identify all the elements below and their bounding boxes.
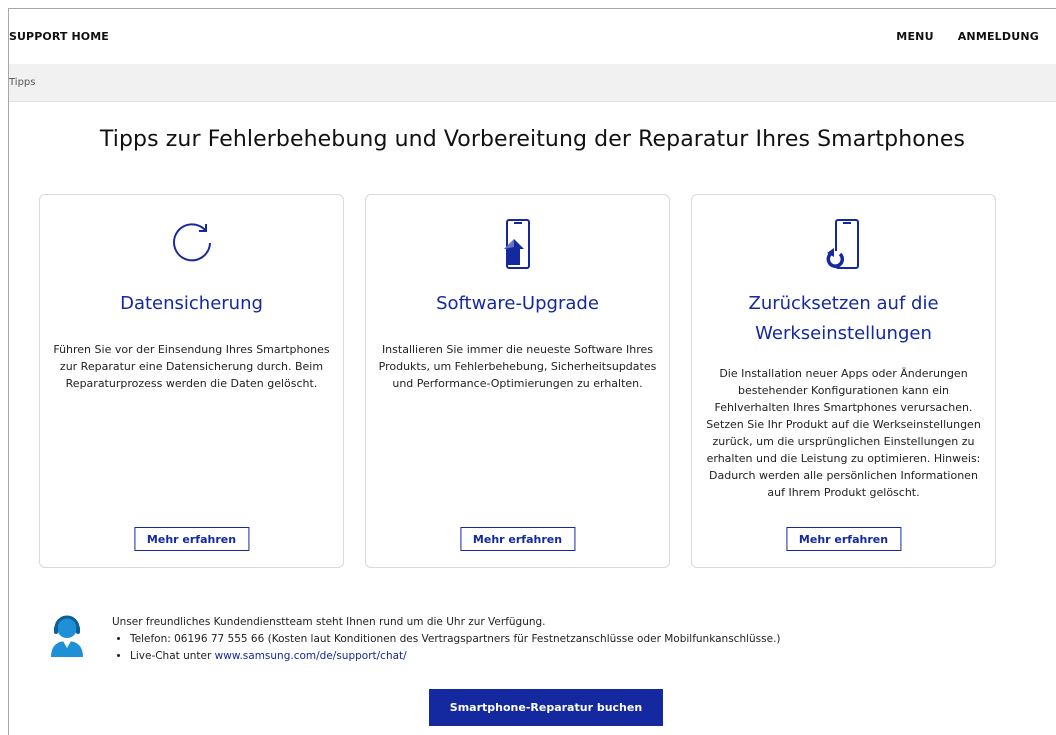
card-software-upgrade: Software-Upgrade Installieren Sie immer … [365, 194, 670, 568]
breadcrumb: Tipps [9, 64, 1056, 102]
support-phone: Telefon: 06196 77 555 66 (Kosten laut Ko… [130, 631, 781, 648]
mehr-erfahren-button[interactable]: Mehr erfahren [133, 527, 250, 551]
card-description: Installieren Sie immer die neueste Softw… [378, 343, 657, 390]
login-link[interactable]: ANMELDUNG [958, 30, 1039, 43]
support-intro: Unser freundliches Kundendienstteam steh… [112, 616, 546, 628]
support-home-link[interactable]: SUPPORT HOME [9, 30, 109, 43]
tips-cards: Datensicherung Führen Sie vor der Einsen… [39, 194, 996, 568]
card-title: Software-Upgrade [436, 293, 599, 314]
phone-reset-icon [818, 217, 870, 277]
chat-prefix: Live-Chat unter [130, 650, 212, 662]
phone-upgrade-icon [492, 217, 544, 277]
card-description: Die Installation neuer Apps oder Änderun… [706, 367, 981, 499]
mehr-erfahren-button[interactable]: Mehr erfahren [459, 527, 576, 551]
support-agent-icon [49, 614, 85, 658]
top-nav-links: MENU ANMELDUNG [896, 30, 1039, 43]
live-chat-link[interactable]: www.samsung.com/de/support/chat/ [215, 650, 407, 662]
card-datensicherung: Datensicherung Führen Sie vor der Einsen… [39, 194, 344, 568]
menu-link[interactable]: MENU [896, 30, 933, 43]
card-description: Führen Sie vor der Einsendung Ihres Smar… [53, 343, 330, 390]
card-title: Datensicherung [120, 293, 263, 314]
refresh-icon [166, 217, 218, 273]
card-werkseinstellungen: Zurücksetzen auf die Werkseinstellungen … [691, 194, 996, 568]
support-contact-list: Telefon: 06196 77 555 66 (Kosten laut Ko… [112, 631, 781, 665]
mehr-erfahren-button[interactable]: Mehr erfahren [785, 527, 902, 551]
book-repair-button[interactable]: Smartphone-Reparatur buchen [429, 689, 663, 726]
page-title: Tipps zur Fehlerbehebung und Vorbereitun… [99, 127, 966, 152]
breadcrumb-item-tipps[interactable]: Tipps [9, 77, 35, 88]
support-chat: Live-Chat unter www.samsung.com/de/suppo… [130, 648, 781, 665]
support-text: Unser freundliches Kundendienstteam steh… [112, 614, 781, 665]
top-navigation: SUPPORT HOME MENU ANMELDUNG [9, 9, 1056, 64]
page-frame: SUPPORT HOME MENU ANMELDUNG Tipps Tipps … [8, 8, 1056, 735]
card-title: Zurücksetzen auf die Werkseinstellungen [748, 293, 939, 344]
support-info: Unser freundliches Kundendienstteam steh… [49, 614, 781, 665]
